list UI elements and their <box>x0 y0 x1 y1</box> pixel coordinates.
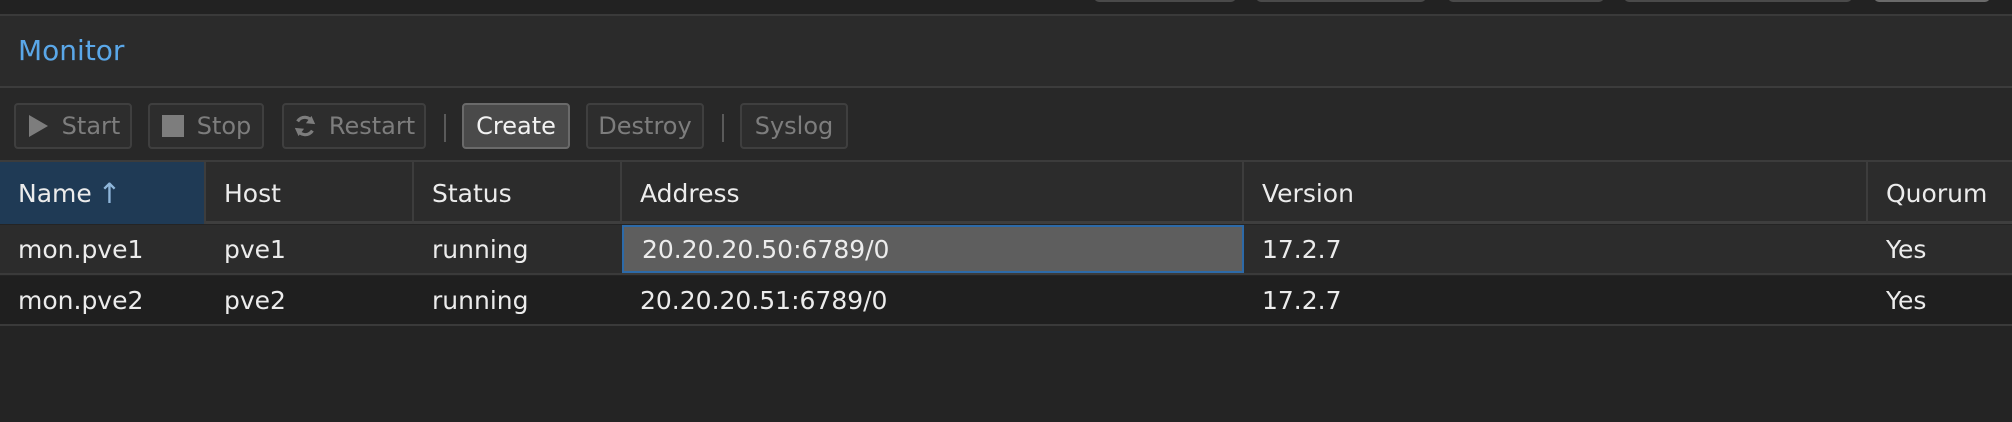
syslog-button-label: Syslog <box>754 112 834 140</box>
top-toolbar-button[interactable] <box>1448 0 1604 2</box>
toolbar-separator <box>722 114 724 142</box>
column-header-label: Host <box>224 178 281 208</box>
start-button[interactable]: Start <box>14 103 132 149</box>
column-header-label: Name <box>18 178 92 208</box>
table-row[interactable]: mon.pve1 pve1 running 20.20.20.50:6789/0… <box>0 225 2012 275</box>
cell-name[interactable]: mon.pve2 <box>0 276 206 324</box>
destroy-button-label: Destroy <box>598 112 692 140</box>
cell-address[interactable]: 20.20.20.51:6789/0 <box>622 276 1244 324</box>
grid-empty-area <box>0 327 2012 422</box>
stop-button-label: Stop <box>196 112 252 140</box>
cell-host[interactable]: pve1 <box>206 225 414 273</box>
toolbar-separator <box>444 114 446 142</box>
column-header-name[interactable]: Name ↑ <box>0 162 206 224</box>
table-row[interactable]: mon.pve2 pve2 running 20.20.20.51:6789/0… <box>0 276 2012 326</box>
cell-status[interactable]: running <box>414 225 622 273</box>
create-button[interactable]: Create <box>462 103 570 149</box>
play-icon <box>26 114 50 138</box>
column-header-label: Address <box>640 178 740 208</box>
create-button-label: Create <box>476 112 556 140</box>
cell-quorum[interactable]: Yes <box>1868 276 2008 324</box>
top-toolbar-strip <box>0 0 2012 16</box>
grid-header: Name ↑ Host Status Address Version Quoru… <box>0 162 2012 224</box>
column-header-label: Version <box>1262 178 1354 208</box>
cell-address[interactable]: 20.20.20.50:6789/0 <box>622 225 1244 273</box>
destroy-button[interactable]: Destroy <box>586 103 704 149</box>
column-header-host[interactable]: Host <box>206 162 414 224</box>
arrow-up-icon: ↑ <box>97 176 122 210</box>
top-toolbar-button[interactable] <box>1874 0 1990 2</box>
syslog-button[interactable]: Syslog <box>740 103 848 149</box>
monitor-toolbar: Start Stop Restart Create Destroy Syslog <box>0 88 2012 162</box>
panel-header: Monitor <box>0 16 2012 88</box>
column-header-address[interactable]: Address <box>622 162 1244 224</box>
restart-button-label: Restart <box>328 112 416 140</box>
stop-button[interactable]: Stop <box>148 103 264 149</box>
restart-button[interactable]: Restart <box>282 103 426 149</box>
panel-title: Monitor <box>18 34 125 67</box>
top-toolbar-button[interactable] <box>1094 0 1236 2</box>
cell-version[interactable]: 17.2.7 <box>1244 225 1868 273</box>
top-toolbar-button[interactable] <box>1256 0 1426 2</box>
refresh-icon <box>293 114 317 138</box>
cell-status[interactable]: running <box>414 276 622 324</box>
cell-version[interactable]: 17.2.7 <box>1244 276 1868 324</box>
top-toolbar-button[interactable] <box>1624 0 1852 2</box>
cell-name[interactable]: mon.pve1 <box>0 225 206 273</box>
column-header-label: Status <box>432 178 512 208</box>
cell-quorum[interactable]: Yes <box>1868 225 2008 273</box>
start-button-label: Start <box>61 112 121 140</box>
column-header-version[interactable]: Version <box>1244 162 1868 224</box>
column-header-label: Quorum <box>1886 178 1988 208</box>
column-header-quorum[interactable]: Quorum <box>1868 162 2008 224</box>
stop-square-icon <box>161 114 185 138</box>
column-header-status[interactable]: Status <box>414 162 622 224</box>
cell-host[interactable]: pve2 <box>206 276 414 324</box>
